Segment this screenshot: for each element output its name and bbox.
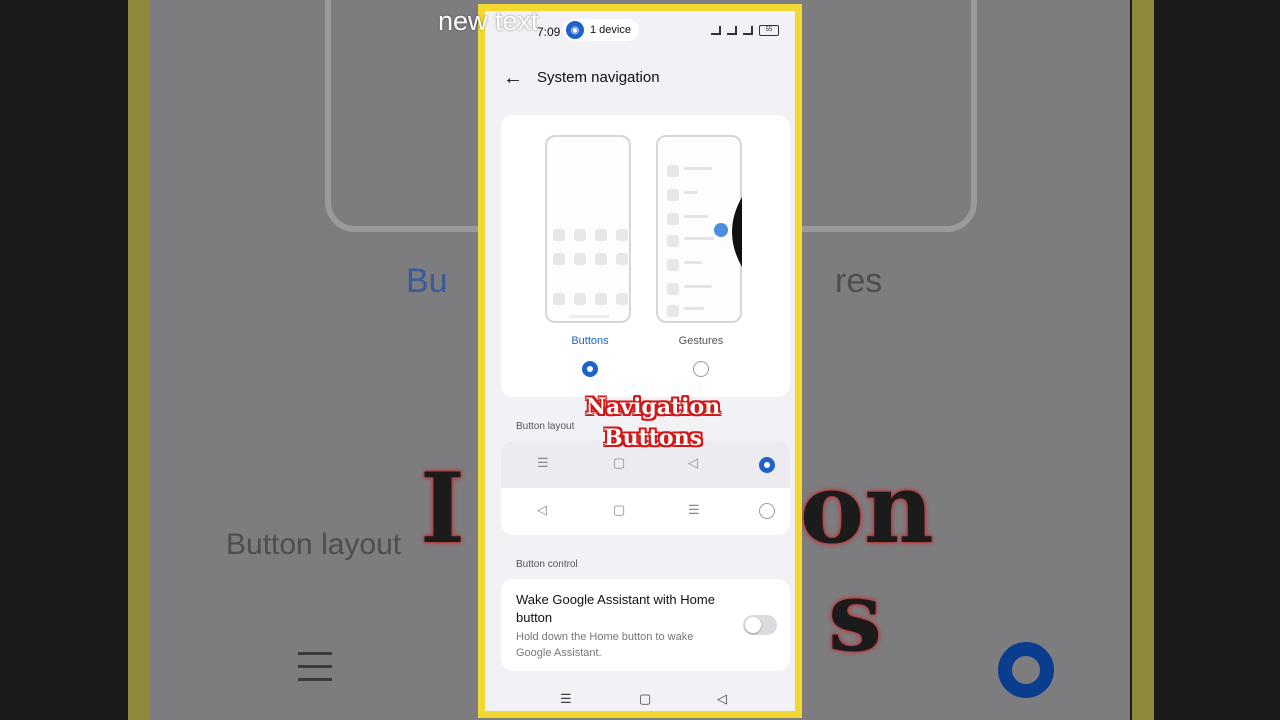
bg-caption-echo-right: on — [800, 452, 934, 565]
button-control-card[interactable]: Wake Google Assistant with Home button H… — [501, 579, 790, 671]
app-bar: ← System navigation — [485, 59, 795, 99]
menu-icon[interactable]: ☰ — [560, 691, 572, 707]
hotspot-chip[interactable]: ◉ 1 device — [563, 19, 639, 41]
toggle-knob — [745, 617, 761, 633]
option-label-gestures: Gestures — [678, 335, 724, 347]
section-button-layout: Button layout — [516, 421, 575, 432]
phone-screen: 7:09 ◉ 1 device 55 ← System navigation B… — [478, 4, 802, 718]
button-layout-card: ☰ ▢ ◁ ◁ ▢ ☰ — [501, 441, 790, 535]
watermark-text: new text — [438, 6, 539, 36]
gestures-preview[interactable] — [656, 135, 742, 323]
caption-line-2: Buttons — [604, 425, 702, 451]
radio-gestures-mode[interactable] — [693, 361, 709, 377]
back-icon[interactable]: ◁ — [717, 691, 727, 707]
option-label-buttons: Buttons — [571, 335, 609, 347]
home-icon: ▢ — [613, 455, 626, 470]
battery-icon: 55 — [759, 25, 779, 36]
status-time: 7:09 — [537, 25, 561, 39]
bg-radio-icon — [998, 642, 1054, 698]
signal-icon — [711, 26, 721, 35]
bg-buttons-label: Bu — [406, 262, 448, 300]
signal-icon-3 — [743, 26, 753, 35]
video-caption: Navigation Buttons — [570, 392, 736, 454]
gesture-touch-dot — [714, 223, 728, 237]
setting-title: Wake Google Assistant with Home button — [516, 592, 715, 625]
menu-icon: ☰ — [688, 502, 700, 517]
status-icons: 55 — [711, 25, 779, 36]
page-title: System navigation — [537, 69, 660, 86]
caption-line-1: Navigation — [585, 394, 721, 420]
setting-description: Hold down the Home button to wake Google… — [516, 631, 694, 659]
bg-caption-echo-right-2: s — [828, 560, 883, 673]
radio-layout-2[interactable] — [759, 503, 775, 519]
bg-menu-icon — [298, 652, 332, 691]
system-nav-bar: ☰ ▢ ◁ — [485, 687, 795, 711]
bg-frame-right — [1132, 0, 1154, 720]
hotspot-icon: ◉ — [566, 21, 584, 39]
home-icon: ▢ — [613, 502, 626, 517]
back-arrow-icon[interactable]: ← — [503, 67, 523, 90]
radio-buttons-mode[interactable] — [582, 361, 598, 377]
assistant-toggle[interactable] — [743, 615, 777, 635]
bg-frame-left — [128, 0, 150, 720]
navigation-mode-card: Buttons Gestures — [501, 115, 790, 397]
buttons-preview[interactable] — [545, 135, 631, 323]
signal-icon-2 — [727, 26, 737, 35]
home-icon[interactable]: ▢ — [639, 691, 651, 707]
back-icon: ◁ — [537, 502, 547, 517]
bg-caption-echo-left: I — [420, 452, 465, 565]
bg-gestures-label: res — [835, 262, 883, 300]
bg-section-label: Button layout — [226, 528, 402, 561]
section-button-control: Button control — [516, 559, 578, 570]
hotspot-chip-label: 1 device — [590, 24, 631, 36]
radio-layout-1[interactable] — [759, 457, 775, 473]
back-icon: ◁ — [688, 455, 698, 470]
menu-icon: ☰ — [537, 455, 549, 470]
layout-option-2[interactable]: ◁ ▢ ☰ — [501, 488, 790, 535]
